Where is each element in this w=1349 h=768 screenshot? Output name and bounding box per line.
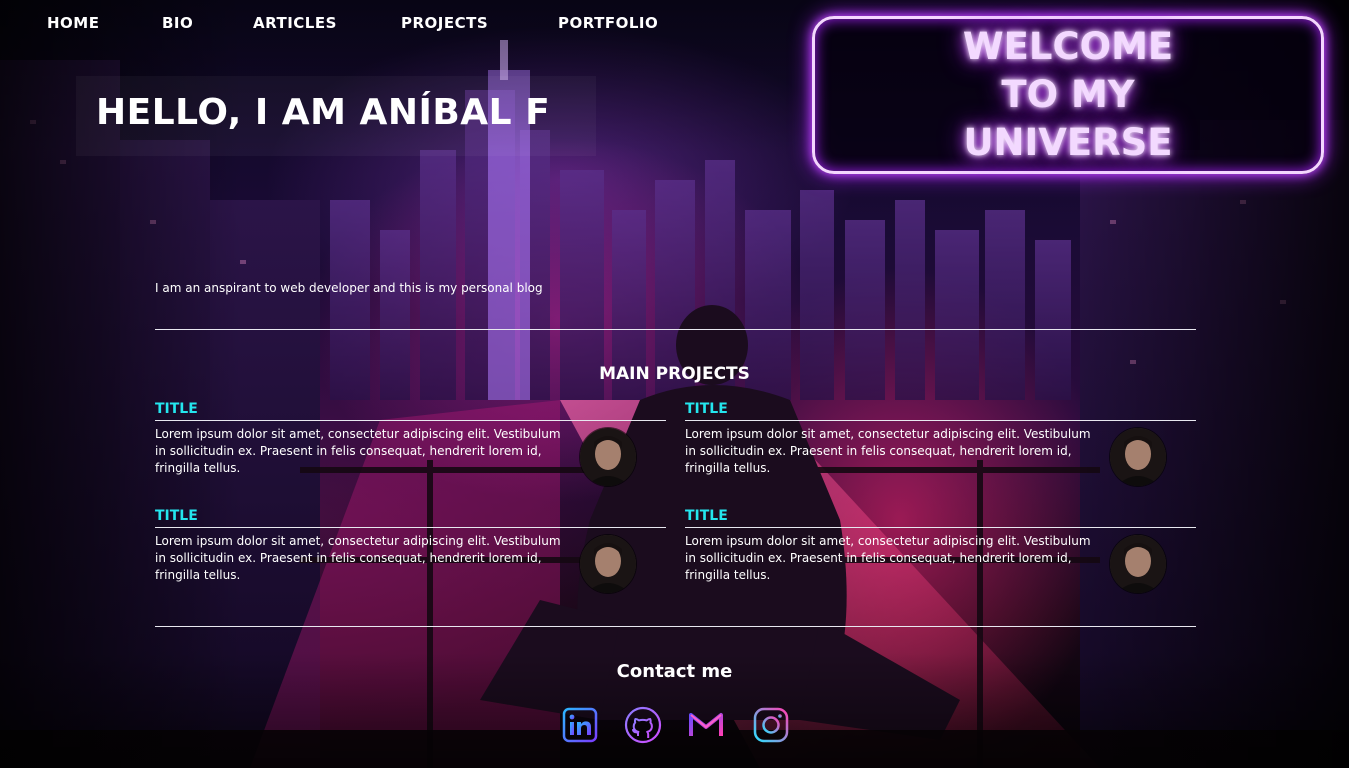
intro-text: I am an anspirant to web developer and t… (155, 281, 543, 295)
project-avatar (1110, 428, 1166, 486)
linkedin-icon (562, 707, 598, 743)
welcome-neon-sign: WELCOME TO MY UNIVERSE (812, 16, 1324, 174)
project-avatar (580, 428, 636, 486)
project-card: TITLE Lorem ipsum dolor sit amet, consec… (685, 401, 1196, 497)
contact-heading: Contact me (616, 661, 733, 682)
divider-top (155, 329, 1196, 330)
project-title[interactable]: TITLE (685, 508, 728, 524)
nav-item-portfolio[interactable]: PORTFOLIO (558, 14, 658, 32)
nav-item-articles[interactable]: ARTICLES (253, 14, 337, 32)
project-divider (155, 420, 666, 421)
project-title[interactable]: TITLE (685, 401, 728, 417)
project-avatar (1110, 535, 1166, 593)
project-avatar (580, 535, 636, 593)
gmail-icon (689, 713, 723, 736)
divider-bottom (155, 626, 1196, 627)
instagram-link[interactable] (752, 706, 790, 744)
nav-item-bio[interactable]: BIO (162, 14, 193, 32)
project-description: Lorem ipsum dolor sit amet, consectetur … (685, 427, 1091, 475)
linkedin-link[interactable] (561, 706, 599, 744)
welcome-line-2: TO MY (1001, 73, 1135, 116)
page: HOME BIO ARTICLES PROJECTS PORTFOLIO WEL… (0, 0, 1349, 768)
github-icon (624, 706, 662, 744)
hero-title: HELLO, I AM ANÍBAL F (96, 92, 551, 133)
welcome-line-1: WELCOME (962, 25, 1174, 68)
welcome-line-3: UNIVERSE (963, 121, 1173, 164)
project-card: TITLE Lorem ipsum dolor sit amet, consec… (155, 508, 666, 604)
github-link[interactable] (624, 706, 662, 744)
project-divider (685, 420, 1196, 421)
project-divider (685, 527, 1196, 528)
project-description: Lorem ipsum dolor sit amet, consectetur … (155, 534, 561, 582)
nav-item-projects[interactable]: PROJECTS (401, 14, 488, 32)
top-navigation: HOME BIO ARTICLES PROJECTS PORTFOLIO (0, 14, 700, 38)
project-divider (155, 527, 666, 528)
project-title[interactable]: TITLE (155, 401, 198, 417)
project-title[interactable]: TITLE (155, 508, 198, 524)
nav-item-home[interactable]: HOME (47, 14, 99, 32)
project-description: Lorem ipsum dolor sit amet, consectetur … (155, 427, 561, 475)
project-card: TITLE Lorem ipsum dolor sit amet, consec… (685, 508, 1196, 604)
projects-heading: MAIN PROJECTS (599, 364, 750, 384)
project-card: TITLE Lorem ipsum dolor sit amet, consec… (155, 401, 666, 497)
gmail-link[interactable] (687, 706, 725, 744)
instagram-icon (753, 707, 789, 743)
project-description: Lorem ipsum dolor sit amet, consectetur … (685, 534, 1091, 582)
